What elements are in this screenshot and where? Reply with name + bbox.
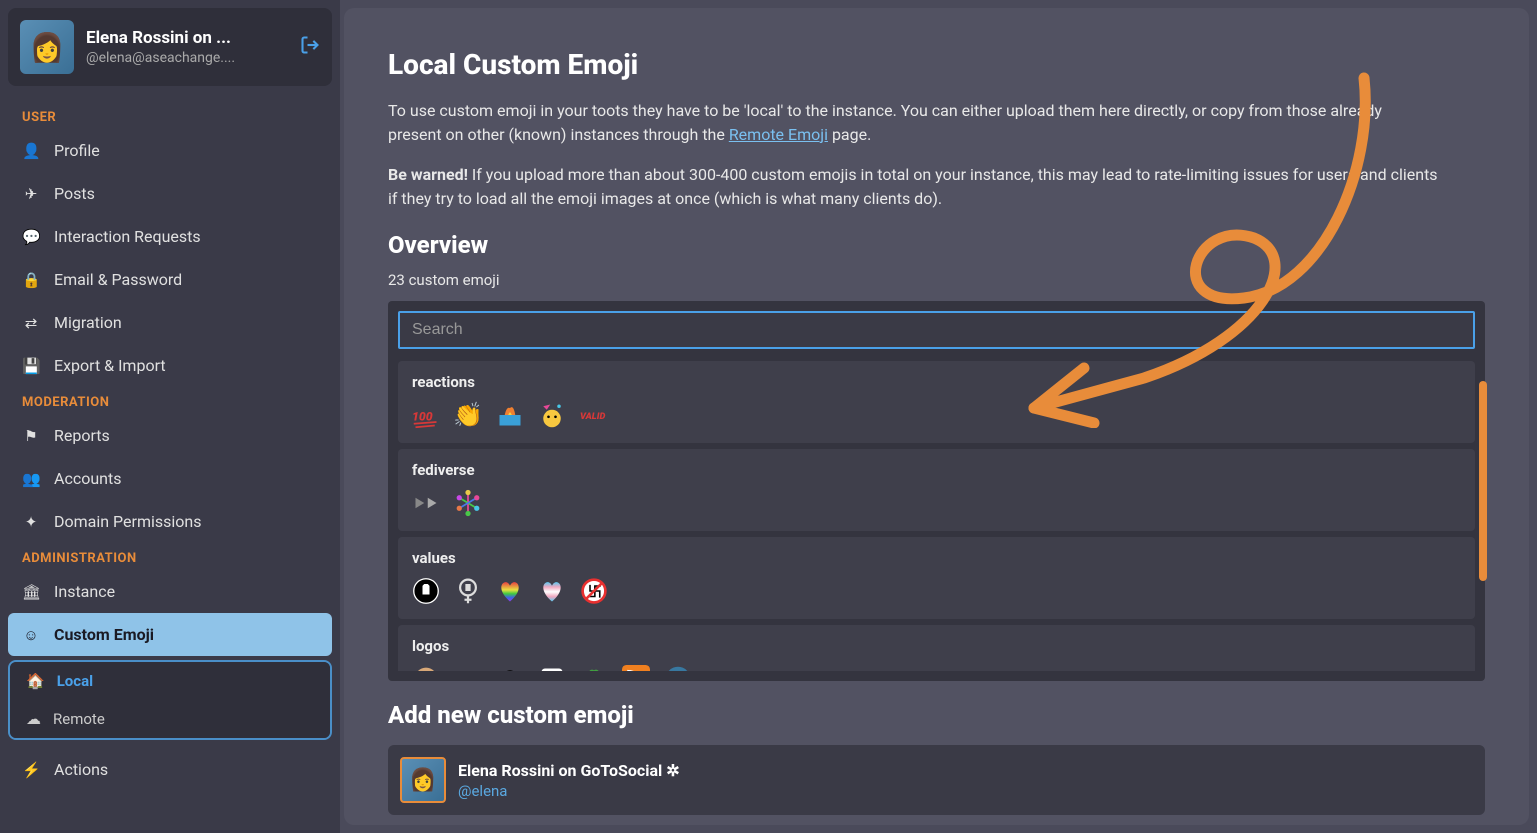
nav-item-export-import[interactable]: 💾 Export & Import <box>8 344 332 387</box>
nav-icon: ⇄ <box>22 314 40 332</box>
add-heading: Add new custom emoji <box>388 701 1485 729</box>
sub-label: Local <box>57 672 93 690</box>
emoji-count: 23 custom emoji <box>388 271 1485 289</box>
sub-item-local[interactable]: 🏠 Local <box>10 662 330 700</box>
svg-text:100: 100 <box>412 409 433 423</box>
emoji-wordpress[interactable]: W <box>664 665 692 671</box>
emoji-blm-fist[interactable] <box>412 577 440 605</box>
emoji-category-reactions: reactions 100 👏 VALID <box>398 361 1475 443</box>
svg-text:VALID: VALID <box>580 411 605 422</box>
nav-label: Email & Password <box>54 270 182 289</box>
sub-nav: 🏠 Local ☁ Remote <box>8 660 332 740</box>
sub-item-remote[interactable]: ☁ Remote <box>10 700 330 738</box>
user-card[interactable]: 👩 Elena Rossini on ... @elena@aseachange… <box>8 8 332 86</box>
nav-label: Custom Emoji <box>54 625 154 644</box>
emoji-antifa[interactable]: 卐 <box>580 577 608 605</box>
category-name: fediverse <box>412 461 1461 479</box>
avatar: 👩 <box>20 20 74 74</box>
nav-label: Posts <box>54 184 95 203</box>
avatar: 👩 <box>400 757 446 803</box>
nav-item-migration[interactable]: ⇄ Migration <box>8 301 332 344</box>
category-name: values <box>412 549 1461 567</box>
nav-label: Profile <box>54 141 100 160</box>
emoji-tux[interactable] <box>496 665 524 671</box>
nav-item-accounts[interactable]: 👥 Accounts <box>8 457 332 500</box>
nav-label: Interaction Requests <box>54 227 201 246</box>
nav-item-custom-emoji[interactable]: ☺ Custom Emoji <box>8 613 332 656</box>
nav-icon: ☺ <box>22 626 40 644</box>
emoji-raspberry-pi[interactable] <box>580 665 608 671</box>
nav-icon: 🏛 <box>22 583 40 601</box>
nav-label: Reports <box>54 426 110 445</box>
nav-icon: 🔒 <box>22 271 40 289</box>
nav-icon: 💾 <box>22 357 40 375</box>
overview-box: reactions 100 👏 VALID fediverse values 卐 logos L… <box>388 301 1485 681</box>
nav-label: Export & Import <box>54 356 166 375</box>
nav-icon: ⚑ <box>22 427 40 445</box>
emoji-category-values: values 卐 <box>398 537 1475 619</box>
emoji-clap[interactable]: 👏 <box>454 401 482 429</box>
nav-item-instance[interactable]: 🏛 Instance <box>8 570 332 613</box>
nav-item-actions[interactable]: ⚡ Actions <box>8 748 332 791</box>
nav-icon: ✈ <box>22 185 40 203</box>
search-input[interactable] <box>398 311 1475 349</box>
nav-label: Accounts <box>54 469 121 488</box>
preview-handle: @elena <box>458 782 680 800</box>
nav-item-interaction-requests[interactable]: 💬 Interaction Requests <box>8 215 332 258</box>
remote-emoji-link[interactable]: Remote Emoji <box>729 125 828 144</box>
nav-item-domain-permissions[interactable]: ✦ Domain Permissions <box>8 500 332 543</box>
nav-label: Actions <box>54 760 108 779</box>
warning-text: Be warned! If you upload more than about… <box>388 163 1438 211</box>
sub-label: Remote <box>53 710 105 728</box>
emoji-category-logos: logos LEGO m W YUNOHOST <box>398 625 1475 671</box>
nav-label: Instance <box>54 582 115 601</box>
nav-item-email-password[interactable]: 🔒 Email & Password <box>8 258 332 301</box>
user-display-name: Elena Rossini on ... <box>86 28 288 48</box>
sub-icon: 🏠 <box>26 672 45 690</box>
intro-text: To use custom emoji in your toots they h… <box>388 99 1438 147</box>
nav-item-reports[interactable]: ⚑ Reports <box>8 414 332 457</box>
logout-icon[interactable] <box>300 35 320 60</box>
nav-icon: ✦ <box>22 513 40 531</box>
emoji-feminist-fist[interactable] <box>454 577 482 605</box>
emoji-mastodon[interactable]: m <box>538 665 566 671</box>
nav-icon: 💬 <box>22 228 40 246</box>
category-name: logos <box>412 637 1461 655</box>
sidebar: 👩 Elena Rossini on ... @elena@aseachange… <box>0 0 340 833</box>
emoji-rss[interactable] <box>622 665 650 671</box>
main-panel: Local Custom Emoji To use custom emoji i… <box>344 8 1529 825</box>
nav-label: Migration <box>54 313 122 332</box>
scrollbar[interactable] <box>1479 381 1487 581</box>
sub-icon: ☁ <box>26 710 41 728</box>
overview-heading: Overview <box>388 231 1485 259</box>
emoji-yunohost[interactable]: YUNOHOST <box>706 665 734 671</box>
emoji-party-blob[interactable] <box>538 401 566 429</box>
emoji-category-fediverse: fediverse <box>398 449 1475 531</box>
emoji-sloth[interactable] <box>412 665 440 671</box>
category-name: reactions <box>412 373 1461 391</box>
user-handle: @elena@aseachange.... <box>86 50 288 66</box>
emoji-pride-heart[interactable] <box>496 577 524 605</box>
nav-icon: 👤 <box>22 142 40 160</box>
nav-icon: 👥 <box>22 470 40 488</box>
section-label: MODERATION <box>8 387 332 414</box>
nav-icon: ⚡ <box>22 761 40 779</box>
nav-item-posts[interactable]: ✈ Posts <box>8 172 332 215</box>
emoji-100[interactable]: 100 <box>412 401 440 429</box>
page-title: Local Custom Emoji <box>388 48 1485 81</box>
emoji-category-list: reactions 100 👏 VALID fediverse values 卐 logos L… <box>398 361 1475 671</box>
emoji-lego[interactable]: LEGO <box>454 665 482 671</box>
emoji-trans-heart[interactable] <box>538 577 566 605</box>
nav-label: Domain Permissions <box>54 512 202 531</box>
emoji-fediverse-star[interactable] <box>454 489 482 517</box>
section-label: USER <box>8 102 332 129</box>
section-label: ADMINISTRATION <box>8 543 332 570</box>
emoji-valid[interactable]: VALID <box>580 401 608 429</box>
emoji-activitypub[interactable] <box>412 489 440 517</box>
preview-name: Elena Rossini on GoToSocial ✲ <box>458 761 680 780</box>
add-preview-card: 👩 Elena Rossini on GoToSocial ✲ @elena <box>388 745 1485 815</box>
emoji-dumpster-fire[interactable] <box>496 401 524 429</box>
nav-item-profile[interactable]: 👤 Profile <box>8 129 332 172</box>
